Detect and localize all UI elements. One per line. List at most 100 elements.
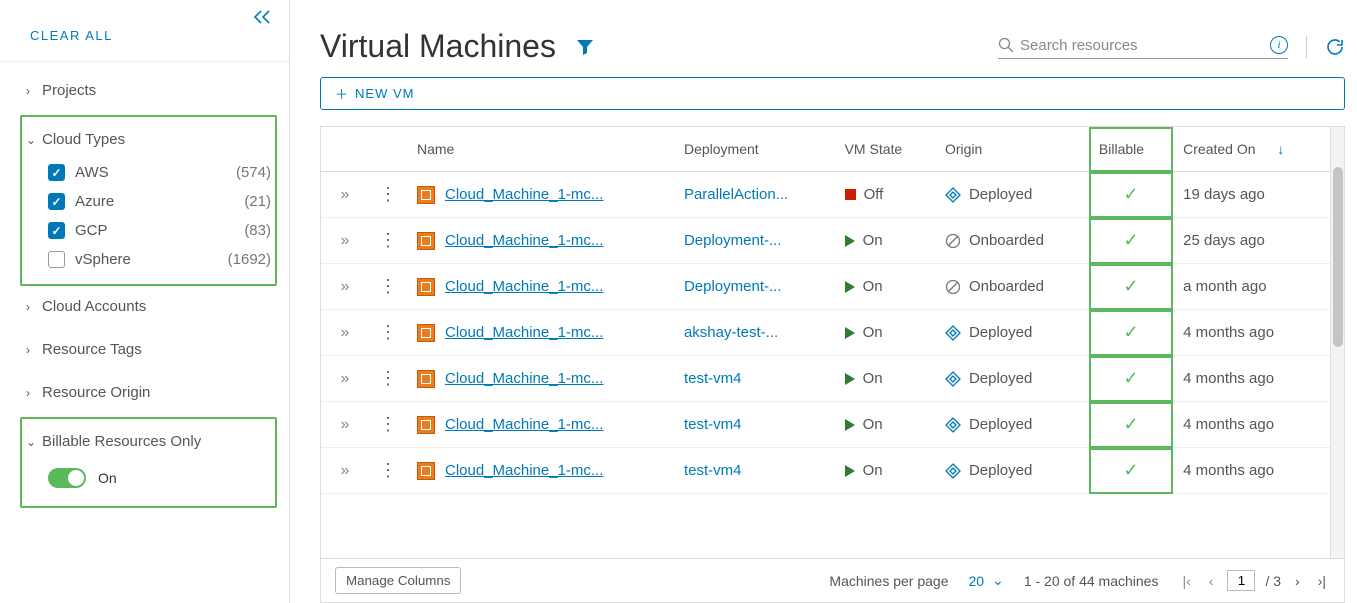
- page-header: Virtual Machines i: [320, 0, 1345, 77]
- created-on-label: 19 days ago: [1173, 172, 1330, 218]
- row-actions-icon[interactable]: ⋮: [379, 322, 397, 342]
- origin-label: Onboarded: [969, 232, 1044, 249]
- origin-label: Deployed: [969, 324, 1032, 341]
- filter-toggle-cloud-types[interactable]: ⌄ Cloud Types: [26, 121, 271, 158]
- collapse-sidebar-icon[interactable]: [253, 10, 271, 24]
- chevron-down-icon: ⌄: [26, 435, 42, 449]
- page-input[interactable]: [1227, 570, 1255, 591]
- vm-name-link[interactable]: Cloud_Machine_1-mc...: [445, 370, 603, 387]
- filter-item-count: (1692): [228, 251, 271, 268]
- vm-table: Name Deployment VM State Origin Billable…: [321, 127, 1330, 494]
- new-vm-button[interactable]: ＋ NEW VM: [320, 77, 1345, 110]
- chevron-down-icon: ⌄: [992, 572, 1004, 589]
- deployment-link[interactable]: test-vm4: [684, 416, 742, 433]
- row-actions-icon[interactable]: ⋮: [379, 460, 397, 480]
- col-vm-state[interactable]: VM State: [835, 127, 935, 172]
- search-icon: [998, 37, 1014, 53]
- filter-toggle-resource-origin[interactable]: › Resource Origin: [26, 374, 271, 411]
- filter-label: Cloud Accounts: [42, 298, 146, 315]
- vm-state-label: On: [863, 278, 883, 295]
- expand-row-icon[interactable]: »: [341, 324, 350, 341]
- filter-toggle-billable[interactable]: ⌄ Billable Resources Only: [26, 423, 271, 460]
- deployment-link[interactable]: ParallelAction...: [684, 186, 788, 203]
- filter-label: Projects: [42, 82, 96, 99]
- col-origin[interactable]: Origin: [935, 127, 1089, 172]
- col-expand: [321, 127, 369, 172]
- col-deployment[interactable]: Deployment: [674, 127, 835, 172]
- col-name[interactable]: Name: [407, 127, 674, 172]
- row-actions-icon[interactable]: ⋮: [379, 276, 397, 296]
- deployment-link[interactable]: test-vm4: [684, 370, 742, 387]
- vm-name-link[interactable]: Cloud_Machine_1-mc...: [445, 462, 603, 479]
- on-icon: [845, 327, 855, 339]
- deployment-link[interactable]: akshay-test-...: [684, 324, 778, 341]
- last-page-icon[interactable]: ›|: [1314, 573, 1330, 589]
- origin-icon: [945, 325, 961, 341]
- origin-icon: [945, 279, 961, 295]
- vm-name-link[interactable]: Cloud_Machine_1-mc...: [445, 186, 603, 203]
- col-billable[interactable]: Billable: [1089, 127, 1173, 172]
- billable-toggle[interactable]: [48, 468, 86, 488]
- check-icon: ✓: [1123, 184, 1138, 204]
- expand-row-icon[interactable]: »: [341, 186, 350, 203]
- filter-label: Cloud Types: [42, 131, 125, 148]
- expand-row-icon[interactable]: »: [341, 462, 350, 479]
- vm-name-link[interactable]: Cloud_Machine_1-mc...: [445, 416, 603, 433]
- manage-columns-button[interactable]: Manage Columns: [335, 567, 461, 594]
- refresh-icon[interactable]: [1325, 37, 1345, 57]
- created-on-label: 4 months ago: [1173, 356, 1330, 402]
- filter-item-label: AWS: [75, 164, 109, 181]
- vertical-scrollbar[interactable]: [1330, 127, 1344, 558]
- info-icon[interactable]: i: [1270, 36, 1288, 54]
- origin-icon: [945, 417, 961, 433]
- checkbox-azure[interactable]: [48, 193, 65, 210]
- vm-name-link[interactable]: Cloud_Machine_1-mc...: [445, 278, 603, 295]
- scrollbar-thumb[interactable]: [1333, 167, 1343, 347]
- deployment-link[interactable]: Deployment-...: [684, 232, 782, 249]
- origin-label: Onboarded: [969, 278, 1044, 295]
- row-actions-icon[interactable]: ⋮: [379, 230, 397, 250]
- expand-row-icon[interactable]: »: [341, 278, 350, 295]
- expand-row-icon[interactable]: »: [341, 370, 350, 387]
- expand-row-icon[interactable]: »: [341, 416, 350, 433]
- origin-icon: [945, 233, 961, 249]
- created-on-label: a month ago: [1173, 264, 1330, 310]
- vm-name-link[interactable]: Cloud_Machine_1-mc...: [445, 232, 603, 249]
- filter-toggle-projects[interactable]: › Projects: [26, 72, 271, 109]
- vm-name-link[interactable]: Cloud_Machine_1-mc...: [445, 324, 603, 341]
- vm-state-label: Off: [864, 186, 884, 203]
- filter-icon[interactable]: [576, 38, 594, 56]
- next-page-icon[interactable]: ›: [1291, 573, 1304, 589]
- row-actions-icon[interactable]: ⋮: [379, 184, 397, 204]
- search-input[interactable]: [1014, 35, 1270, 56]
- checkbox-aws[interactable]: [48, 164, 65, 181]
- filter-item-label: vSphere: [75, 251, 131, 268]
- checkbox-gcp[interactable]: [48, 222, 65, 239]
- checkbox-vsphere[interactable]: [48, 251, 65, 268]
- prev-page-icon[interactable]: ‹: [1205, 573, 1218, 589]
- deployment-link[interactable]: test-vm4: [684, 462, 742, 479]
- row-actions-icon[interactable]: ⋮: [379, 414, 397, 434]
- clear-all-button[interactable]: CLEAR ALL: [0, 0, 289, 62]
- deployment-link[interactable]: Deployment-...: [684, 278, 782, 295]
- search-field[interactable]: i: [998, 35, 1288, 59]
- per-page-select[interactable]: 20 ⌄: [969, 572, 1004, 589]
- on-icon: [845, 373, 855, 385]
- vm-icon: [417, 278, 435, 296]
- filter-group-billable: ⌄ Billable Resources Only On: [26, 423, 271, 496]
- first-page-icon[interactable]: |‹: [1178, 573, 1194, 589]
- vm-icon: [417, 232, 435, 250]
- filter-toggle-cloud-accounts[interactable]: › Cloud Accounts: [26, 288, 271, 325]
- vm-state-label: On: [863, 462, 883, 479]
- check-icon: ✓: [1123, 322, 1138, 342]
- chevron-right-icon: ›: [26, 84, 42, 98]
- filter-group-projects: › Projects: [26, 72, 271, 109]
- vm-icon: [417, 462, 435, 480]
- created-on-label: 25 days ago: [1173, 218, 1330, 264]
- expand-row-icon[interactable]: »: [341, 232, 350, 249]
- on-icon: [845, 281, 855, 293]
- filter-label: Resource Origin: [42, 384, 150, 401]
- filter-toggle-resource-tags[interactable]: › Resource Tags: [26, 331, 271, 368]
- row-actions-icon[interactable]: ⋮: [379, 368, 397, 388]
- col-created-on[interactable]: Created On ↓: [1173, 127, 1330, 172]
